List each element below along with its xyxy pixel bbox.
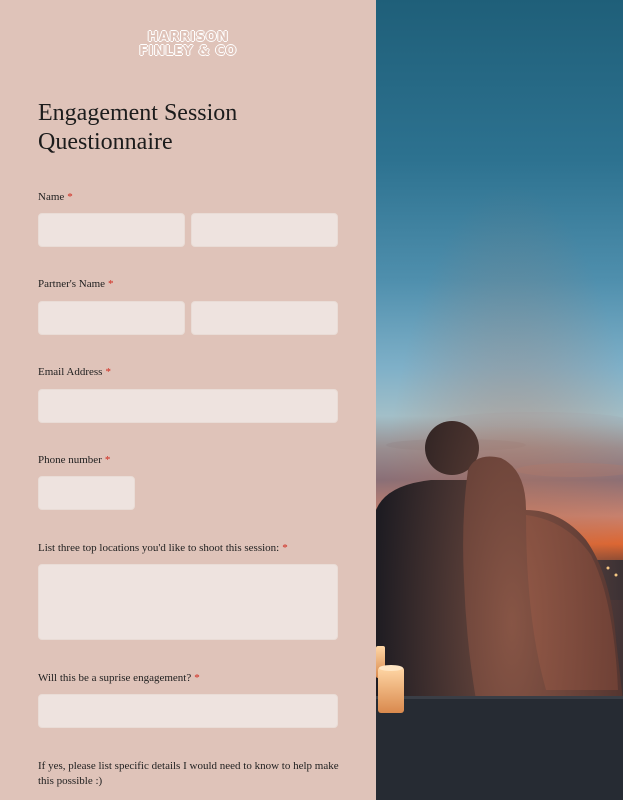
partner-first-name-input[interactable] (38, 301, 185, 335)
logo-line-2: FINLEY & CO (139, 44, 237, 59)
required-marker: * (108, 278, 114, 290)
email-label: Email Address * (38, 365, 111, 380)
first-name-input[interactable] (38, 213, 185, 247)
email-label-text: Email Address (38, 366, 103, 378)
required-marker: * (282, 542, 288, 554)
brand-logo: HARRISON FINLEY & CO (0, 31, 376, 59)
name-label-text: Name (38, 191, 65, 203)
surprise-label: Will this be a suprise engagement? * (38, 671, 200, 686)
details-label-line-1: If yes, please list specific details I w… (38, 760, 339, 772)
ledge (376, 696, 623, 800)
form-panel: HARRISON FINLEY & CO Engagement Session … (0, 0, 376, 800)
phone-label-text: Phone number (38, 454, 102, 466)
required-marker: * (67, 191, 73, 203)
candle-top (379, 665, 403, 671)
locations-label: List three top locations you'd like to s… (38, 541, 288, 556)
candle (378, 667, 404, 713)
photo-illustration (376, 0, 623, 800)
title-line-2: Questionnaire (38, 129, 173, 155)
couple-sunset-photo (376, 0, 623, 800)
partner-name-label: Partner's Name * (38, 277, 114, 292)
details-label-line-2: this possible :) (38, 775, 103, 787)
partner-last-name-input[interactable] (191, 301, 338, 335)
warm-glow (376, 0, 623, 800)
logo-line-1: HARRISON (147, 30, 229, 45)
email-field[interactable] (38, 389, 338, 423)
locations-label-text: List three top locations you'd like to s… (38, 542, 280, 554)
form-title: Engagement Session Questionnaire (38, 99, 358, 157)
surprise-field[interactable] (38, 694, 338, 728)
title-line-1: Engagement Session (38, 100, 238, 126)
required-marker: * (104, 454, 111, 466)
surprise-label-text: Will this be a suprise engagement? (38, 672, 192, 684)
partner-name-label-text: Partner's Name (38, 278, 106, 290)
phone-label: Phone number * (38, 453, 110, 468)
required-marker: * (194, 672, 200, 684)
required-marker: * (105, 366, 111, 378)
ledge-edge (376, 696, 623, 699)
details-label: If yes, please list specific details I w… (38, 759, 348, 789)
phone-field[interactable] (38, 476, 135, 510)
last-name-input[interactable] (191, 213, 338, 247)
locations-textarea[interactable] (38, 564, 338, 640)
name-label: Name * (38, 190, 73, 205)
